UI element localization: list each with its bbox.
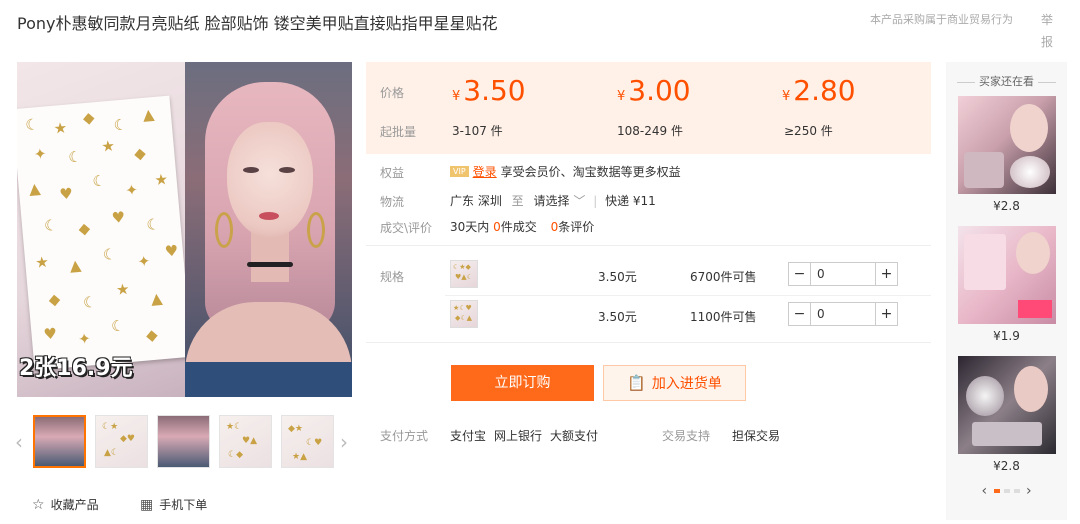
minus-button[interactable]: − bbox=[789, 303, 811, 325]
quantity-stepper-2[interactable]: − + bbox=[788, 302, 898, 326]
moq-label: 起批量 bbox=[380, 125, 417, 139]
spec-thumbnail-1[interactable]: ☾★◆ ♥▲☾ bbox=[450, 260, 478, 288]
logistics-label: 物流 bbox=[380, 195, 405, 209]
spec-stock-1: 6700件可售 bbox=[690, 270, 757, 284]
report-link[interactable]: 举报 bbox=[1040, 9, 1054, 53]
promo-text: 2张16.9元 bbox=[19, 356, 133, 381]
rail-pager: ‹ › bbox=[946, 483, 1067, 499]
product-title: Pony朴惠敏同款月亮贴纸 脸部贴饰 镂空美甲贴直接贴指甲星星贴花 bbox=[17, 14, 498, 33]
quantity-input[interactable] bbox=[811, 303, 875, 325]
rail-item-1-image[interactable] bbox=[958, 96, 1056, 194]
pager-dot[interactable] bbox=[993, 489, 1000, 493]
thumbnail-1[interactable] bbox=[33, 415, 86, 468]
rail-item-1-price: ¥2.8 bbox=[993, 199, 1020, 213]
login-link[interactable]: 登录 bbox=[473, 163, 497, 180]
sticker-card: ☾ ★ ◆ ☾ ▲ ✦ ☾ ★ ◆ ▲ ♥ ☾ ✦ ★ ☾ ◆ ♥ ☾ ★ ▲ ☾ ✦ ♥ ◆ ☾ ★ ▲ ♥ ✦ ☾ ◆ bbox=[17, 95, 193, 371]
rail-item-3-image[interactable] bbox=[958, 356, 1056, 454]
plus-button[interactable]: + bbox=[875, 263, 897, 285]
thumbnail-2[interactable]: ☾★ ◆♥ ▲☾ bbox=[95, 415, 148, 468]
rail-item-2-image[interactable] bbox=[958, 226, 1056, 324]
sticker-sheet-image: ☾ ★ ◆ ☾ ▲ ✦ ☾ ★ ◆ ▲ ♥ ☾ ✦ ★ ☾ ◆ ♥ ☾ ★ ▲ ☾ ✦ ♥ ◆ ☾ ★ ▲ ♥ ✦ ☾ ◆ 2张… bbox=[17, 62, 193, 397]
price-tier-1: ¥3.50 bbox=[452, 74, 526, 107]
minus-button[interactable]: − bbox=[789, 263, 811, 285]
thumb-prev-icon[interactable]: ‹ bbox=[15, 430, 23, 454]
price-tier-2: ¥3.00 bbox=[617, 74, 691, 107]
mobile-order-button[interactable]: ▦ 手机下单 bbox=[140, 496, 207, 513]
thumb-next-icon[interactable]: › bbox=[340, 430, 348, 454]
spec-price-2: 3.50元 bbox=[598, 310, 637, 324]
model-portrait bbox=[185, 62, 352, 397]
support-value: 担保交易 bbox=[732, 429, 781, 443]
favorite-button[interactable]: ☆ 收藏产品 bbox=[32, 496, 99, 513]
quantity-stepper-1[interactable]: − + bbox=[788, 262, 898, 286]
range-tier-1: 3-107 件 bbox=[452, 124, 503, 138]
pager-dot[interactable] bbox=[1013, 489, 1020, 493]
thumbnail-5[interactable]: ◆★ ☾♥ ★▲ bbox=[281, 415, 334, 468]
spec-thumbnail-2[interactable]: ★☾♥ ◆☾▲ bbox=[450, 300, 478, 328]
rail-item-3-price: ¥2.8 bbox=[993, 459, 1020, 473]
origin: 广东 深圳 bbox=[450, 194, 502, 208]
thumbnail-4[interactable]: ★☾ ♥▲ ☾◆ bbox=[219, 415, 272, 468]
payment-methods: 支付宝 网上银行 大额支付 bbox=[450, 429, 599, 443]
shipping-fee: 快递 ¥11 bbox=[605, 194, 656, 208]
buy-now-button[interactable]: 立即订购 bbox=[451, 365, 594, 401]
recommend-rail: 买家还在看 ¥2.8 ¥1.9 ¥2.8 ‹ › bbox=[946, 62, 1067, 520]
chevron-left-icon[interactable]: ‹ bbox=[981, 483, 987, 499]
deals-label: 成交\评价 bbox=[380, 221, 433, 235]
price-tier-3: ¥2.80 bbox=[782, 74, 856, 107]
plus-button[interactable]: + bbox=[875, 303, 897, 325]
deals-row: 30天内 0件成交 0条评价 bbox=[450, 220, 595, 234]
divider bbox=[366, 342, 931, 343]
pager-dot[interactable] bbox=[1003, 489, 1010, 493]
spec-stock-2: 1100件可售 bbox=[690, 310, 757, 324]
price-panel: 价格 起批量 ¥3.50 ¥3.00 ¥2.80 3-107 件 108-249… bbox=[366, 62, 931, 154]
main-product-image[interactable]: ☾ ★ ◆ ☾ ▲ ✦ ☾ ★ ◆ ▲ ♥ ☾ ✦ ★ ☾ ◆ ♥ ☾ ★ ▲ ☾ ✦ ♥ ◆ ☾ ★ ▲ ♥ ✦ ☾ ◆ 2张… bbox=[17, 62, 352, 397]
add-to-cart-button[interactable]: 📋 加入进货单 bbox=[603, 365, 746, 401]
range-tier-3: ≥250 件 bbox=[784, 124, 833, 138]
logistics-row: 广东 深圳 至 请选择 ﹀ | 快递 ¥11 bbox=[450, 194, 656, 208]
chevron-right-icon[interactable]: › bbox=[1026, 483, 1032, 499]
trade-note: 本产品采购属于商业贸易行为 bbox=[870, 13, 1013, 26]
support-label: 交易支持 bbox=[662, 429, 711, 443]
rail-item-2-price: ¥1.9 bbox=[993, 329, 1020, 343]
spec-price-1: 3.50元 bbox=[598, 270, 637, 284]
clipboard-icon: 📋 bbox=[627, 374, 646, 392]
quantity-input[interactable] bbox=[811, 263, 875, 285]
thumbnail-3[interactable] bbox=[157, 415, 210, 468]
price-label: 价格 bbox=[380, 86, 405, 100]
vip-badge: VIP bbox=[450, 166, 469, 177]
star-icon: ☆ bbox=[32, 497, 45, 513]
rail-title: 买家还在看 bbox=[946, 73, 1067, 89]
qrcode-icon: ▦ bbox=[140, 497, 154, 513]
divider bbox=[366, 245, 931, 246]
payment-label: 支付方式 bbox=[380, 429, 429, 443]
benefit-row: VIP 登录 享受会员价、淘宝数据等更多权益 bbox=[450, 163, 681, 180]
divider bbox=[445, 295, 931, 296]
benefit-label: 权益 bbox=[380, 166, 405, 180]
spec-label: 规格 bbox=[380, 270, 405, 284]
range-tier-2: 108-249 件 bbox=[617, 124, 683, 138]
destination-select[interactable]: 请选择 ﹀ bbox=[534, 194, 586, 208]
chevron-down-icon: ﹀ bbox=[573, 194, 586, 208]
